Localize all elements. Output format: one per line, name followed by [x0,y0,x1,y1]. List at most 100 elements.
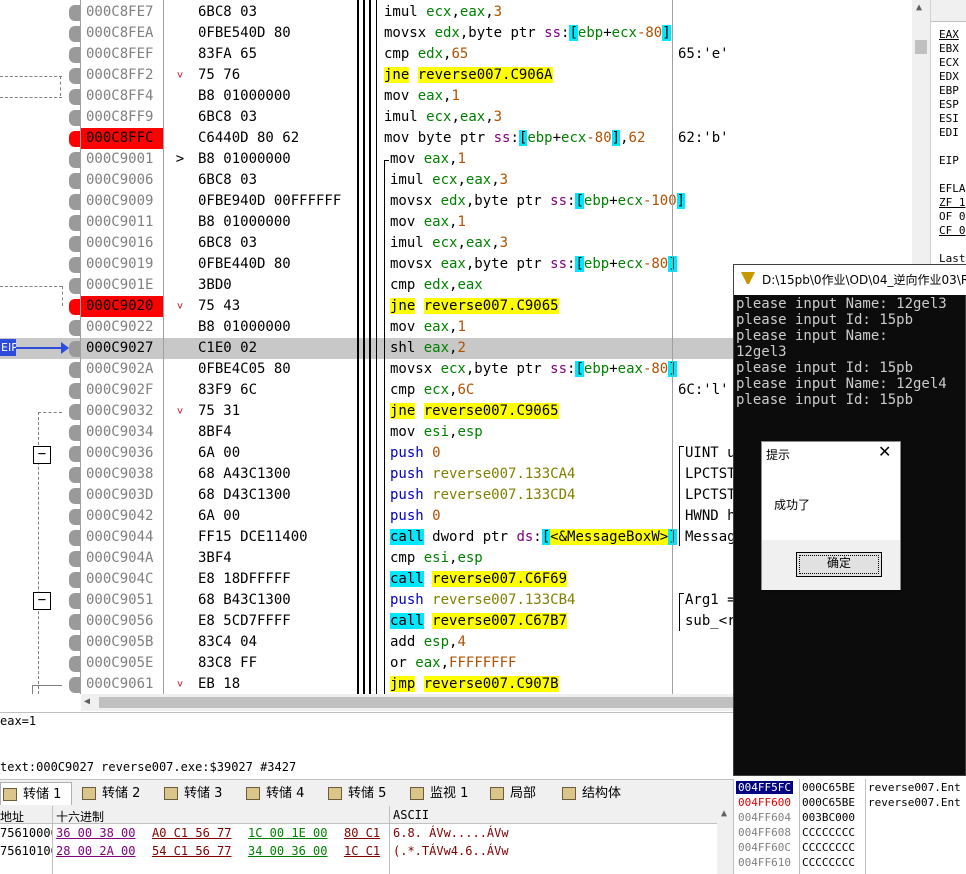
dump-hex-group[interactable]: 36 00 38 00 [56,826,135,840]
dump-address[interactable]: 75610100 [0,844,52,858]
collapse-icon[interactable]: − [33,592,51,610]
vertical-scroll-thumb[interactable] [915,40,927,54]
instruction-text[interactable]: movsx eax,byte ptr ss:[ebp+ecx-80] [390,254,685,275]
instruction-text[interactable]: add esp,4 [390,632,685,653]
instruction-text[interactable]: push reverse007.133CA4 [390,464,685,485]
instruction-text[interactable]: jmp reverse007.C907B [390,674,685,695]
instruction-address[interactable]: 000C9011 [81,212,163,233]
stack-value[interactable]: 003BC000 [802,811,855,824]
console-title[interactable]: D:\15pb\0作业\OD\04_逆向作业03\R [734,265,966,295]
instruction-address[interactable]: 000C9042 [81,506,163,527]
stack-address[interactable]: 004FF600 [736,796,793,809]
breakpoint-slot[interactable] [69,656,80,672]
stack-address[interactable]: 004FF608 [736,826,793,839]
breakpoint-slot[interactable] [69,173,80,189]
dump-hex-group[interactable]: A0 C1 56 77 [152,826,231,840]
stack-address[interactable]: 004FF5FC [736,781,793,794]
breakpoint-slot[interactable] [69,383,80,399]
breakpoint-slot[interactable] [69,341,80,357]
instruction-text[interactable]: cmp ecx,6C [390,380,685,401]
dump-ascii[interactable]: 6.8. ÁVw.....ÁVw [393,826,509,840]
instruction-text[interactable]: jne reverse007.C9065 [390,401,685,422]
register-label[interactable]: ESP [939,98,959,111]
instruction-text[interactable]: imul ecx,eax,3 [384,2,679,23]
tab-dump-2[interactable]: 转储 2 [80,782,154,805]
stack-address[interactable]: 004FF604 [736,811,793,824]
stack-value[interactable]: 000C65BE [802,796,855,809]
disasm-row[interactable]: 000C8FEF 83FA 65 cmp edx,65 65:'e' [0,44,930,65]
breakpoint-slot[interactable] [69,467,80,483]
scroll-left-icon[interactable]: ◀ [84,696,90,707]
register-label[interactable]: CF 0 [939,224,966,237]
collapse-icon[interactable]: − [33,446,51,464]
breakpoint-slot[interactable] [69,425,80,441]
ok-button[interactable]: 确定 [796,552,882,577]
instruction-address[interactable]: 000C902F [81,380,163,401]
breakpoint-slot[interactable] [69,110,80,126]
instruction-address[interactable]: 000C9019 [81,254,163,275]
breakpoint-slot[interactable] [69,551,80,567]
breakpoint-slot[interactable] [69,614,80,630]
disasm-row[interactable]: 000C9001 > B8 01000000 mov eax,1 [0,149,930,170]
instruction-text[interactable]: cmp edx,eax [390,275,685,296]
tab-watch-1[interactable]: 监视 1 [408,782,480,805]
register-label[interactable]: EBP [939,84,959,97]
dump-tabs[interactable]: 转储 1 转储 2 转储 3 转储 4 转储 5 监视 1 局部 结构体 [0,779,735,806]
register-label[interactable]: EIP [939,154,959,167]
close-icon[interactable]: ✕ [878,442,891,461]
tab-dump-4[interactable]: 转储 4 [244,782,318,805]
stack-value[interactable]: 000C65BE [802,781,855,794]
register-label[interactable]: ECX [939,56,959,69]
register-label[interactable]: EBX [939,42,959,55]
instruction-address[interactable]: 000C9032 [81,401,163,422]
breakpoint-slot[interactable] [69,635,80,651]
dump-ascii[interactable]: (.*.TÁVw4.6..ÁVw [393,844,509,858]
instruction-text[interactable]: or eax,FFFFFFFF [390,653,685,674]
instruction-text[interactable]: movsx ecx,byte ptr ss:[ebp+eax-80] [390,359,685,380]
register-label[interactable]: EAX [939,28,959,41]
instruction-text[interactable]: push 0 [390,443,685,464]
stack-value[interactable]: CCCCCCCC [802,841,855,854]
instruction-address[interactable]: 000C9016 [81,233,163,254]
disasm-row[interactable]: 000C9011 B8 01000000 mov eax,1 [0,212,930,233]
dump-hex-group[interactable]: 1C 00 1E 00 [248,826,327,840]
instruction-address[interactable]: 000C9038 [81,464,163,485]
instruction-address[interactable]: 000C9027 [81,338,163,359]
instruction-address[interactable]: 000C902A [81,359,163,380]
stack-pane[interactable]: 004FF5FC 000C65BE reverse007.Ent 004FF600 00… [733,779,966,874]
disasm-row[interactable]: 000C8FEA 0FBE540D 80 movsx edx,byte ptr ss… [0,23,930,44]
breakpoint-slot[interactable] [69,47,80,63]
instruction-address[interactable]: 000C904A [81,548,163,569]
dump-address[interactable]: 75610000 [0,826,52,840]
instruction-address[interactable]: 000C903D [81,485,163,506]
instruction-address[interactable]: 000C9056 [81,611,163,632]
register-label[interactable]: ESI [939,112,959,125]
instruction-text[interactable]: mov byte ptr ss:[ebp+ecx-80],62 [384,128,679,149]
dump-hex-group[interactable]: 34 00 36 00 [248,844,327,858]
breakpoint-slot[interactable] [69,5,80,21]
instruction-text[interactable]: jne reverse007.C906A [384,65,679,86]
tab-dump-5[interactable]: 转储 5 [326,782,400,805]
disasm-row[interactable]: 000C8FFC C6440D 80 62 mov byte ptr ss:[ebp… [0,128,930,149]
breakpoint-slot[interactable] [69,278,80,294]
dump-hex-group[interactable]: 28 00 2A 00 [56,844,135,858]
instruction-text[interactable]: push reverse007.133CD4 [390,485,685,506]
instruction-address[interactable]: 000C9020 [81,296,163,317]
instruction-text[interactable]: cmp esi,esp [390,548,685,569]
instruction-address[interactable]: 000C9051 [81,590,163,611]
disasm-row[interactable]: 000C9016 6BC8 03 imul ecx,eax,3 [0,233,930,254]
stack-address[interactable]: 004FF610 [736,856,793,869]
instruction-address[interactable]: 000C8FEF [81,44,163,65]
stack-value[interactable]: CCCCCCCC [802,856,855,869]
instruction-address[interactable]: 000C9044 [81,527,163,548]
dump-hex-group[interactable]: 54 C1 56 77 [152,844,231,858]
disasm-row[interactable]: 000C8FF9 6BC8 03 imul ecx,eax,3 [0,107,930,128]
instruction-text[interactable]: imul ecx,eax,3 [390,233,685,254]
breakpoint-slot[interactable] [69,194,80,210]
stack-value[interactable]: CCCCCCCC [802,826,855,839]
breakpoint-slot[interactable] [69,446,80,462]
instruction-text[interactable]: movsx edx,byte ptr ss:[ebp+ecx-100] [390,191,685,212]
instruction-address[interactable]: 000C9022 [81,317,163,338]
instruction-address[interactable]: 000C9036 [81,443,163,464]
instruction-address[interactable]: 000C9001 [81,149,163,170]
